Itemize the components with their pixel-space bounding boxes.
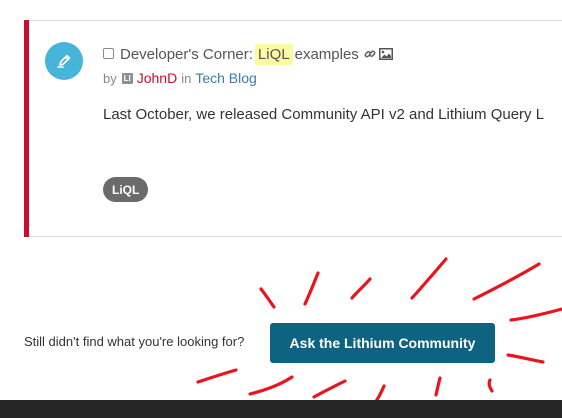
image-icon <box>378 48 393 60</box>
post-meta: by LI JohnD in Tech Blog <box>103 70 257 86</box>
tag-pill[interactable]: LiQL <box>103 177 149 202</box>
rank-badge-icon: LI <box>121 72 133 84</box>
cta-prompt: Still didn't find what you're looking fo… <box>24 334 245 349</box>
link-icon <box>364 50 376 58</box>
post-title-highlight[interactable]: LiQL <box>254 43 293 65</box>
board-link[interactable]: Tech Blog <box>195 70 256 86</box>
post-excerpt: Last October, we released Community API … <box>103 106 545 123</box>
post-title-prefix[interactable]: Developer's Corner: <box>120 46 253 63</box>
page-footer-bar <box>0 400 562 418</box>
post-title-row: Developer's Corner: LiQL examples <box>103 43 393 65</box>
post-attachment-icons <box>364 48 393 60</box>
meta-by-label: by <box>103 70 117 86</box>
post-title-suffix[interactable]: examples <box>295 46 359 63</box>
pencil-icon-glyph <box>57 54 71 68</box>
author-link[interactable]: JohnD <box>137 70 177 86</box>
search-result-card[interactable]: Developer's Corner: LiQL examples by LI … <box>24 20 562 237</box>
card-accent-bar <box>24 20 29 237</box>
meta-in-label: in <box>181 70 192 86</box>
ask-community-button[interactable]: Ask the Lithium Community <box>270 323 495 363</box>
post-select-checkbox[interactable] <box>103 47 114 59</box>
pencil-icon <box>45 42 83 80</box>
